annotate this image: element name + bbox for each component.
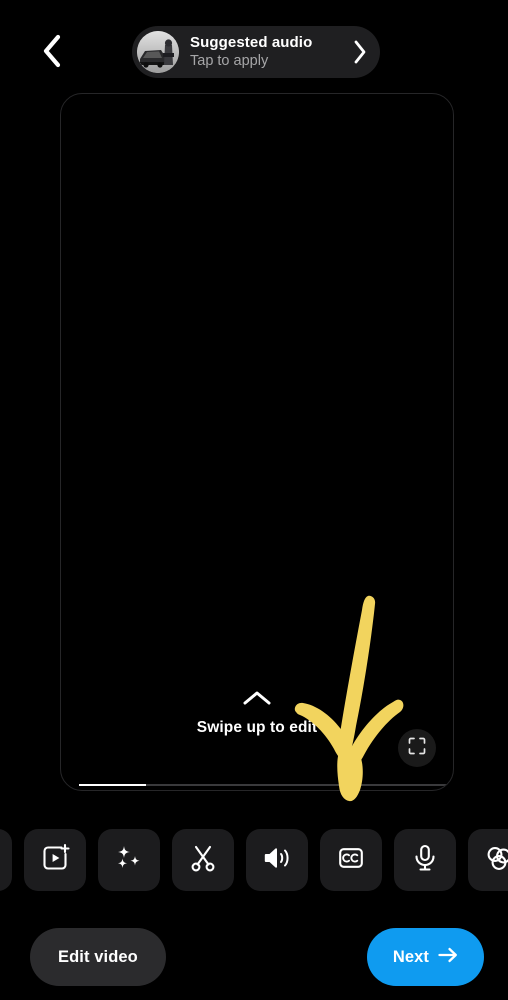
toolbar-item-voiceover[interactable] bbox=[394, 829, 456, 891]
editing-toolbar bbox=[0, 828, 508, 892]
suggested-audio-subtitle: Tap to apply bbox=[190, 53, 269, 69]
playback-progress-fill bbox=[79, 784, 147, 786]
audio-artwork-thumbnail bbox=[137, 31, 179, 73]
suggested-audio-title: Suggested audio bbox=[190, 34, 313, 51]
edit-video-label: Edit video bbox=[58, 947, 138, 966]
bottom-action-bar: Edit video Next bbox=[0, 928, 508, 990]
arrow-right-icon bbox=[438, 947, 458, 968]
next-label: Next bbox=[392, 947, 429, 966]
add-clip-icon bbox=[40, 843, 70, 878]
fullscreen-expand-icon bbox=[408, 737, 426, 760]
suggested-audio-pill[interactable]: Suggested audio Tap to apply bbox=[132, 26, 380, 78]
edit-video-button[interactable]: Edit video bbox=[30, 928, 166, 986]
speaker-volume-icon bbox=[262, 843, 292, 878]
toolbar-item-effects[interactable] bbox=[98, 829, 160, 891]
sparkles-icon bbox=[114, 843, 144, 878]
next-button[interactable]: Next bbox=[366, 928, 484, 986]
top-bar: Suggested audio Tap to apply bbox=[0, 0, 508, 96]
toolbar-item-add-clip[interactable] bbox=[24, 829, 86, 891]
video-preview-card[interactable]: Swipe up to edit bbox=[60, 93, 454, 791]
toolbar-item-captions[interactable] bbox=[320, 829, 382, 891]
audio-pill-text: Suggested audio Tap to apply bbox=[190, 34, 348, 70]
toolbar-item-partial-left[interactable] bbox=[0, 829, 12, 891]
toolbar-item-volume[interactable] bbox=[246, 829, 308, 891]
color-filters-icon bbox=[484, 843, 508, 878]
video-editor-screen: Suggested audio Tap to apply Swipe up to… bbox=[0, 0, 508, 1000]
playback-progress-track[interactable] bbox=[79, 784, 453, 786]
chevron-right-icon[interactable] bbox=[350, 40, 370, 64]
toolbar-item-filters[interactable] bbox=[468, 829, 508, 891]
closed-captions-icon bbox=[336, 843, 366, 878]
chevron-left-icon bbox=[40, 34, 62, 73]
fullscreen-expand-button[interactable] bbox=[398, 729, 436, 767]
back-button[interactable] bbox=[30, 33, 72, 73]
toolbar-item-trim[interactable] bbox=[172, 829, 234, 891]
microphone-icon bbox=[410, 843, 440, 878]
swipe-up-hint: Swipe up to edit bbox=[61, 690, 453, 737]
chevron-up-icon bbox=[242, 690, 272, 711]
swipe-up-label: Swipe up to edit bbox=[196, 719, 318, 736]
scissors-icon bbox=[188, 843, 218, 878]
